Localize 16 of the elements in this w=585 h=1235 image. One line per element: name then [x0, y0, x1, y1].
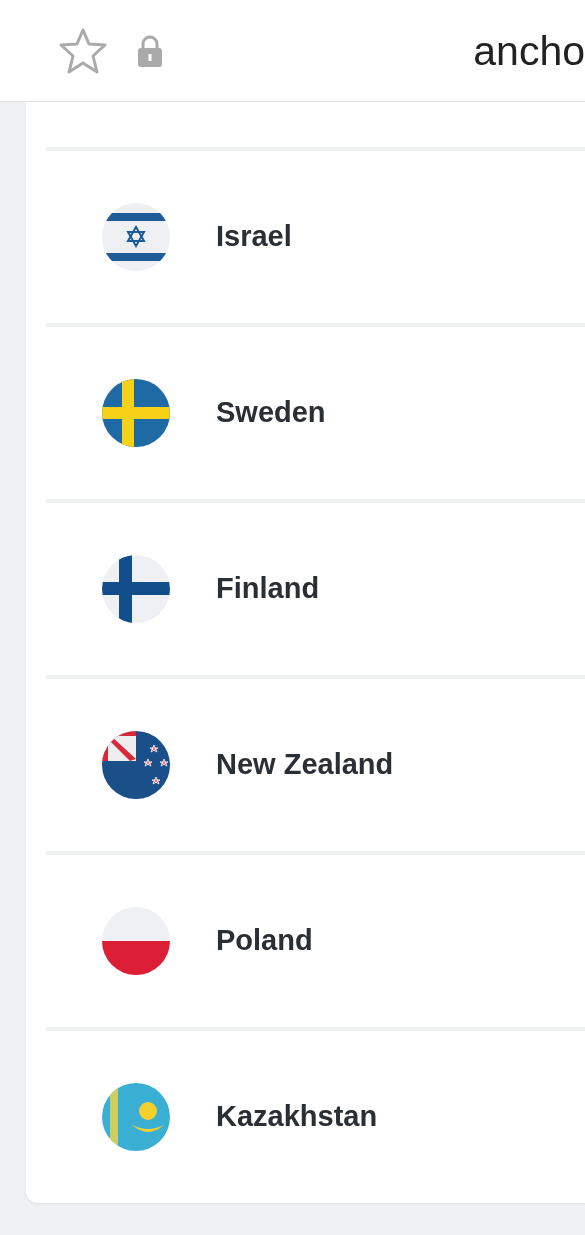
country-name: Poland [216, 923, 313, 959]
country-name: New Zealand [216, 747, 394, 783]
country-name: Sweden [216, 395, 326, 431]
country-item[interactable]: New Zealand [46, 675, 585, 851]
country-item[interactable]: Sweden [46, 323, 585, 499]
lock-icon [138, 34, 162, 67]
country-item[interactable]: Kazakhstan [46, 1027, 585, 1203]
address-text[interactable]: ancho [473, 26, 585, 75]
country-name: Finland [216, 571, 320, 607]
country-item[interactable]: Poland [46, 851, 585, 1027]
country-item[interactable]: Israel [46, 147, 585, 323]
star-icon[interactable] [58, 26, 108, 75]
flag-icon [102, 907, 170, 975]
country-name: Israel [216, 219, 292, 255]
country-item[interactable]: Finland [46, 499, 585, 675]
country-name: Kazakhstan [216, 1099, 378, 1135]
